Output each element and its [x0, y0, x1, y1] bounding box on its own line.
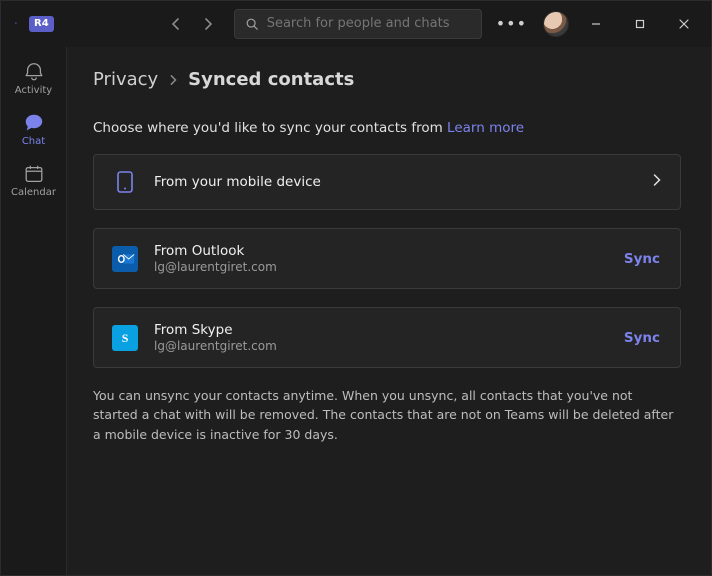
presence-badge: R4: [29, 16, 54, 32]
nav-forward-button[interactable]: [194, 10, 222, 38]
skype-icon: S: [112, 325, 138, 351]
user-avatar[interactable]: [543, 11, 569, 37]
window-close-button[interactable]: [667, 10, 701, 38]
source-title: From your mobile device: [154, 174, 636, 190]
sync-button[interactable]: Sync: [622, 247, 662, 271]
app-body: Activity Chat Calendar Privacy Synced co…: [1, 47, 711, 575]
mobile-device-icon: [112, 169, 138, 195]
source-text: From your mobile device: [154, 174, 636, 190]
source-row-mobile[interactable]: From your mobile device: [93, 154, 681, 210]
calendar-icon: [23, 163, 45, 185]
search-input[interactable]: [267, 16, 471, 31]
source-row-outlook: From Outlook lg@laurentgiret.com Sync: [93, 228, 681, 289]
svg-text:S: S: [122, 331, 129, 345]
nav-back-button[interactable]: [162, 10, 190, 38]
rail-item-chat[interactable]: Chat: [6, 106, 62, 151]
breadcrumb: Privacy Synced contacts: [93, 69, 681, 90]
outlook-icon: [112, 246, 138, 272]
chevron-right-icon: [652, 173, 662, 191]
rail-item-calendar[interactable]: Calendar: [6, 157, 62, 202]
source-subtitle: lg@laurentgiret.com: [154, 339, 606, 353]
sync-button[interactable]: Sync: [622, 326, 662, 350]
lead-text: Choose where you'd like to sync your con…: [93, 120, 681, 136]
close-icon: [678, 18, 690, 30]
window-maximize-button[interactable]: [623, 10, 657, 38]
teams-logo-icon: T: [15, 14, 17, 34]
source-text: From Outlook lg@laurentgiret.com: [154, 243, 606, 274]
rail-label: Chat: [22, 136, 45, 147]
source-text: From Skype lg@laurentgiret.com: [154, 322, 606, 353]
rail-label: Activity: [15, 85, 52, 96]
source-title: From Outlook: [154, 243, 606, 259]
source-title: From Skype: [154, 322, 606, 338]
ellipsis-icon: •••: [496, 14, 527, 33]
search-box[interactable]: [234, 9, 482, 39]
chevron-left-icon: [170, 18, 182, 30]
activity-icon: [23, 61, 45, 83]
maximize-icon: [634, 18, 646, 30]
chevron-right-icon: [168, 69, 178, 90]
source-row-skype: S From Skype lg@laurentgiret.com Sync: [93, 307, 681, 368]
settings-pane: Privacy Synced contacts Choose where you…: [67, 47, 711, 575]
source-subtitle: lg@laurentgiret.com: [154, 260, 606, 274]
window-minimize-button[interactable]: [579, 10, 613, 38]
chevron-right-icon: [202, 18, 214, 30]
breadcrumb-current: Synced contacts: [188, 69, 354, 90]
lead-text-content: Choose where you'd like to sync your con…: [93, 120, 447, 136]
rail-label: Calendar: [11, 187, 56, 198]
chat-icon: [23, 112, 45, 134]
more-button[interactable]: •••: [490, 10, 533, 37]
app-window: T R4 •••: [0, 0, 712, 576]
minimize-icon: [590, 18, 602, 30]
history-nav: [162, 10, 222, 38]
breadcrumb-parent[interactable]: Privacy: [93, 69, 158, 90]
rail-item-activity[interactable]: Activity: [6, 55, 62, 100]
footnote-text: You can unsync your contacts anytime. Wh…: [93, 386, 681, 444]
search-icon: [245, 17, 259, 31]
learn-more-link[interactable]: Learn more: [447, 120, 524, 136]
titlebar: T R4 •••: [1, 1, 711, 47]
app-rail: Activity Chat Calendar: [1, 47, 67, 575]
titlebar-right: •••: [490, 10, 701, 38]
